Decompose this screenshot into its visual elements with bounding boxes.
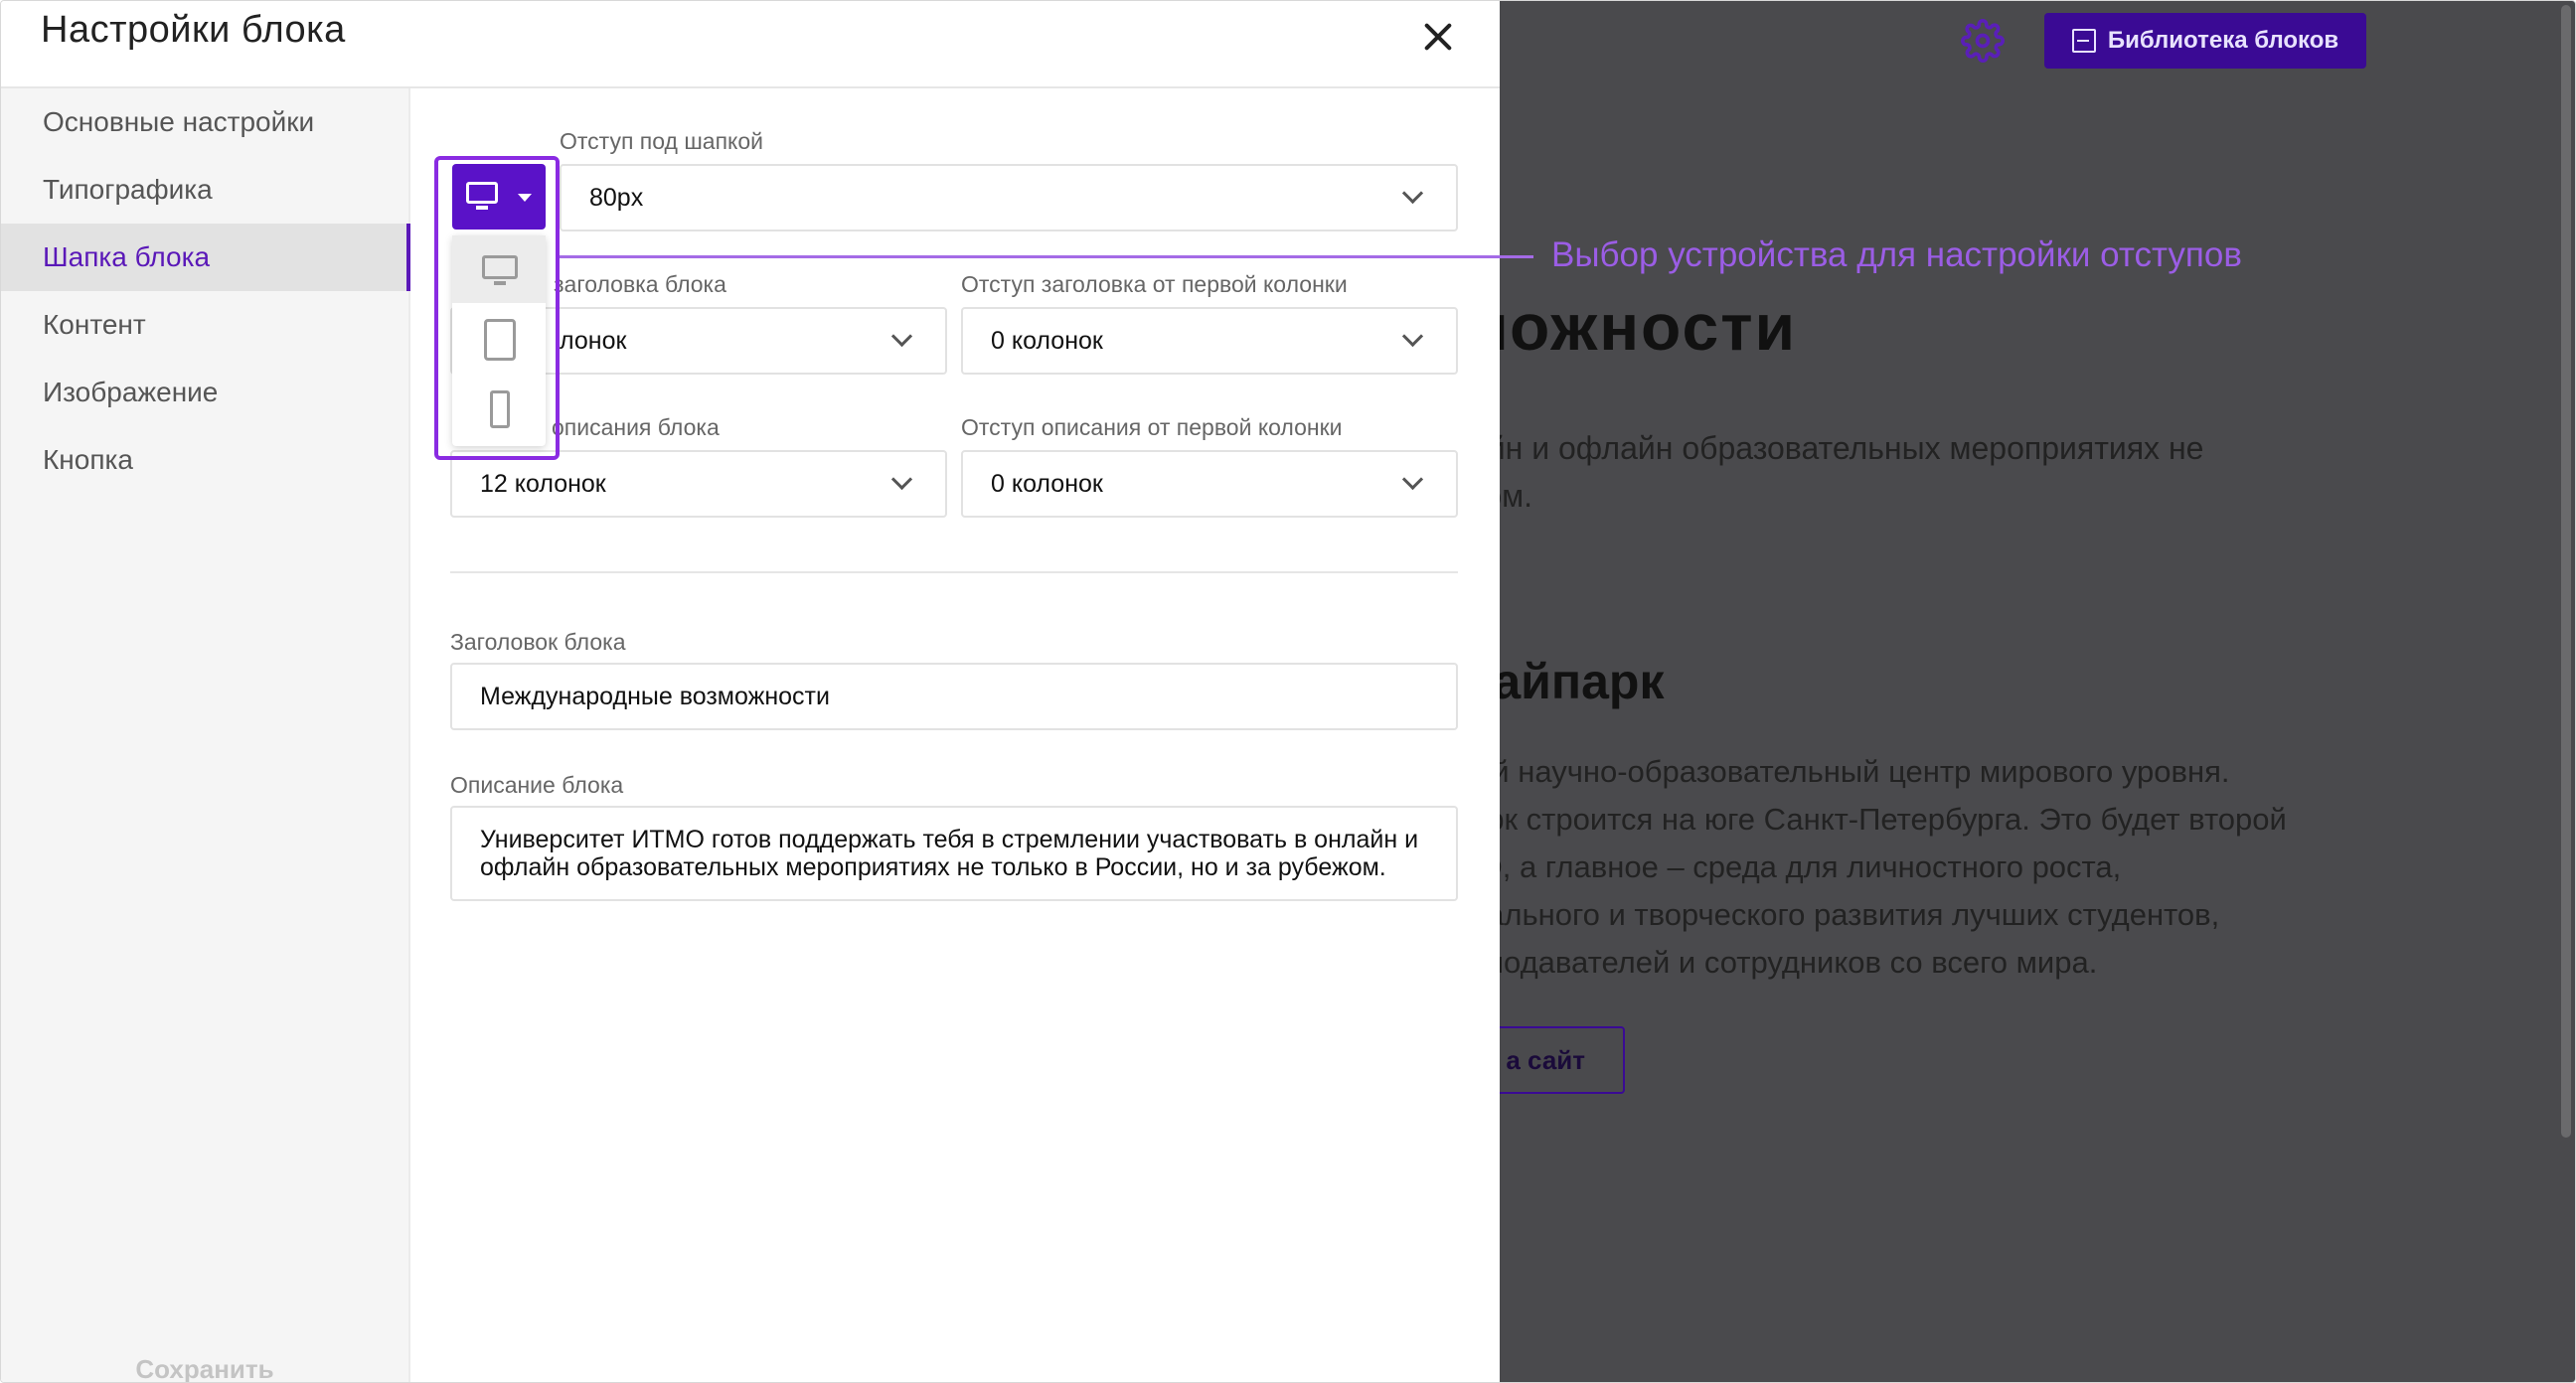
block-title-input[interactable]: Международные возможности	[450, 663, 1458, 730]
desc-width-select[interactable]: 12 колонок	[450, 450, 947, 518]
modal-title: Настройки блока	[41, 9, 346, 51]
chevron-down-icon	[1401, 325, 1424, 348]
sidebar-item-button[interactable]: Кнопка	[1, 426, 408, 494]
image-icon	[2071, 29, 2096, 53]
sidebar-item-block-header[interactable]: Шапка блока	[1, 224, 410, 291]
header-offset-label: Отступ под шапкой	[560, 128, 764, 154]
annotation-text: Выбор устройства для настройки отступов	[1551, 235, 2242, 274]
annotation-line	[560, 255, 1533, 258]
section-heading: Хайпарк	[1500, 654, 1665, 709]
block-title-value: Международные возможности	[480, 682, 830, 710]
header-offset-select[interactable]: 80px	[560, 164, 1458, 231]
background-page: Библиотека блоков можности айн и офлайн …	[1500, 1, 2575, 1382]
chevron-down-icon	[1401, 468, 1424, 491]
block-description-textarea[interactable]: Университет ИТМО готов поддержать тебя в…	[450, 806, 1458, 901]
title-offset-label: Отступ заголовка от первой колонки	[961, 271, 1348, 297]
title-width-value: лонок	[560, 326, 627, 355]
desc-width-label: описания блока	[552, 414, 720, 440]
go-to-site-label: а сайт	[1506, 1044, 1585, 1075]
desc-width-value: 12 колонок	[480, 469, 606, 498]
sidebar-item-basic[interactable]: Основные настройки	[1, 88, 408, 156]
close-icon[interactable]	[1416, 15, 1460, 59]
title-width-label: заголовка блока	[554, 271, 726, 297]
section-text: ый научно-образовательный центр мирового…	[1500, 754, 2287, 980]
save-button[interactable]: Сохранить	[1, 1354, 408, 1382]
settings-sidebar: Основные настройки Типографика Шапка бло…	[1, 88, 410, 1382]
scrollbar[interactable]	[2561, 5, 2571, 1138]
block-description-label: Описание блока	[450, 772, 624, 798]
chevron-down-icon	[890, 468, 913, 491]
annotation-highlight-box	[434, 156, 560, 460]
chevron-down-icon	[890, 325, 913, 348]
page-heading: можности	[1500, 290, 1798, 364]
desc-offset-label: Отступ описания от первой колонки	[961, 414, 1343, 440]
desc-offset-select[interactable]: 0 колонок	[961, 450, 1458, 518]
sidebar-item-content[interactable]: Контент	[1, 291, 408, 359]
section-divider	[450, 571, 1458, 573]
sidebar-item-image[interactable]: Изображение	[1, 359, 408, 426]
app-window: Библиотека блоков можности айн и офлайн …	[0, 0, 2576, 1383]
modal-header: Настройки блока	[1, 1, 1500, 88]
settings-gear-icon[interactable]	[1961, 19, 2005, 63]
chevron-down-icon	[1401, 182, 1424, 205]
block-description-value: Университет ИТМО готов поддержать тебя в…	[480, 826, 1419, 881]
title-offset-select[interactable]: 0 колонок	[961, 307, 1458, 375]
block-library-button[interactable]: Библиотека блоков	[2044, 13, 2366, 69]
page-description: айн и офлайн образовательных мероприятия…	[1500, 430, 2204, 514]
title-offset-value: 0 колонок	[991, 326, 1103, 355]
sidebar-item-typography[interactable]: Типографика	[1, 156, 408, 224]
header-offset-value: 80px	[589, 183, 644, 212]
block-title-label: Заголовок блока	[450, 629, 626, 655]
block-settings-modal: Настройки блока Основные настройки Типог…	[1, 1, 1500, 1382]
block-library-label: Библиотека блоков	[2107, 27, 2339, 54]
go-to-site-button[interactable]: а сайт	[1500, 1026, 1625, 1094]
desc-offset-value: 0 колонок	[991, 469, 1103, 498]
